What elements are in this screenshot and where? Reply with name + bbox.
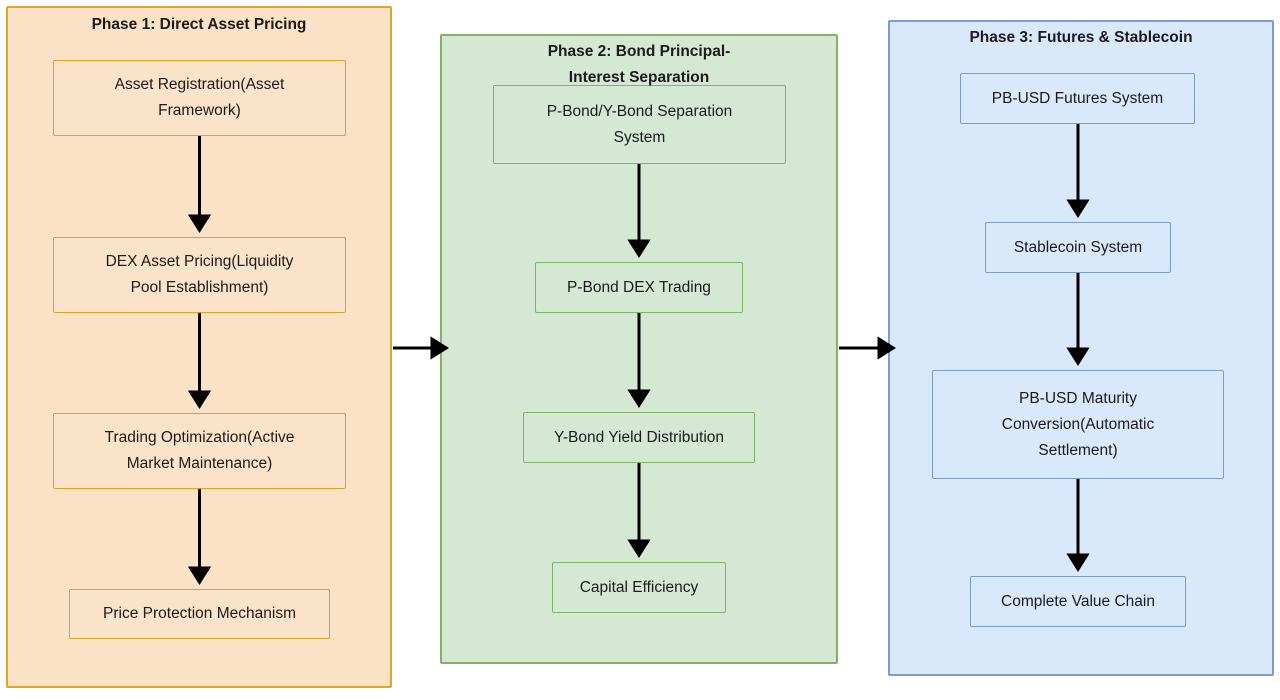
node-trading-optimization[interactable]: Trading Optimization(Active Market Maint… bbox=[53, 413, 346, 489]
node-dex-asset-pricing[interactable]: DEX Asset Pricing(Liquidity Pool Establi… bbox=[53, 237, 346, 313]
node-pbond-dex-trading[interactable]: P-Bond DEX Trading bbox=[535, 262, 743, 313]
flowchart-canvas: Phase 1: Direct Asset Pricing Asset Regi… bbox=[0, 0, 1280, 700]
node-ybond-yield-distribution[interactable]: Y-Bond Yield Distribution bbox=[523, 412, 755, 463]
node-pbond-ybond-separation-system[interactable]: P-Bond/Y-Bond Separation System bbox=[493, 85, 786, 164]
node-pb-usd-futures-system[interactable]: PB-USD Futures System bbox=[960, 73, 1195, 124]
node-pb-usd-maturity-conversion[interactable]: PB-USD Maturity Conversion(Automatic Set… bbox=[932, 370, 1224, 479]
node-asset-registration[interactable]: Asset Registration(Asset Framework) bbox=[53, 60, 346, 136]
node-price-protection-mechanism[interactable]: Price Protection Mechanism bbox=[69, 589, 330, 639]
node-capital-efficiency[interactable]: Capital Efficiency bbox=[552, 562, 726, 613]
node-complete-value-chain[interactable]: Complete Value Chain bbox=[970, 576, 1186, 627]
node-stablecoin-system[interactable]: Stablecoin System bbox=[985, 222, 1171, 273]
